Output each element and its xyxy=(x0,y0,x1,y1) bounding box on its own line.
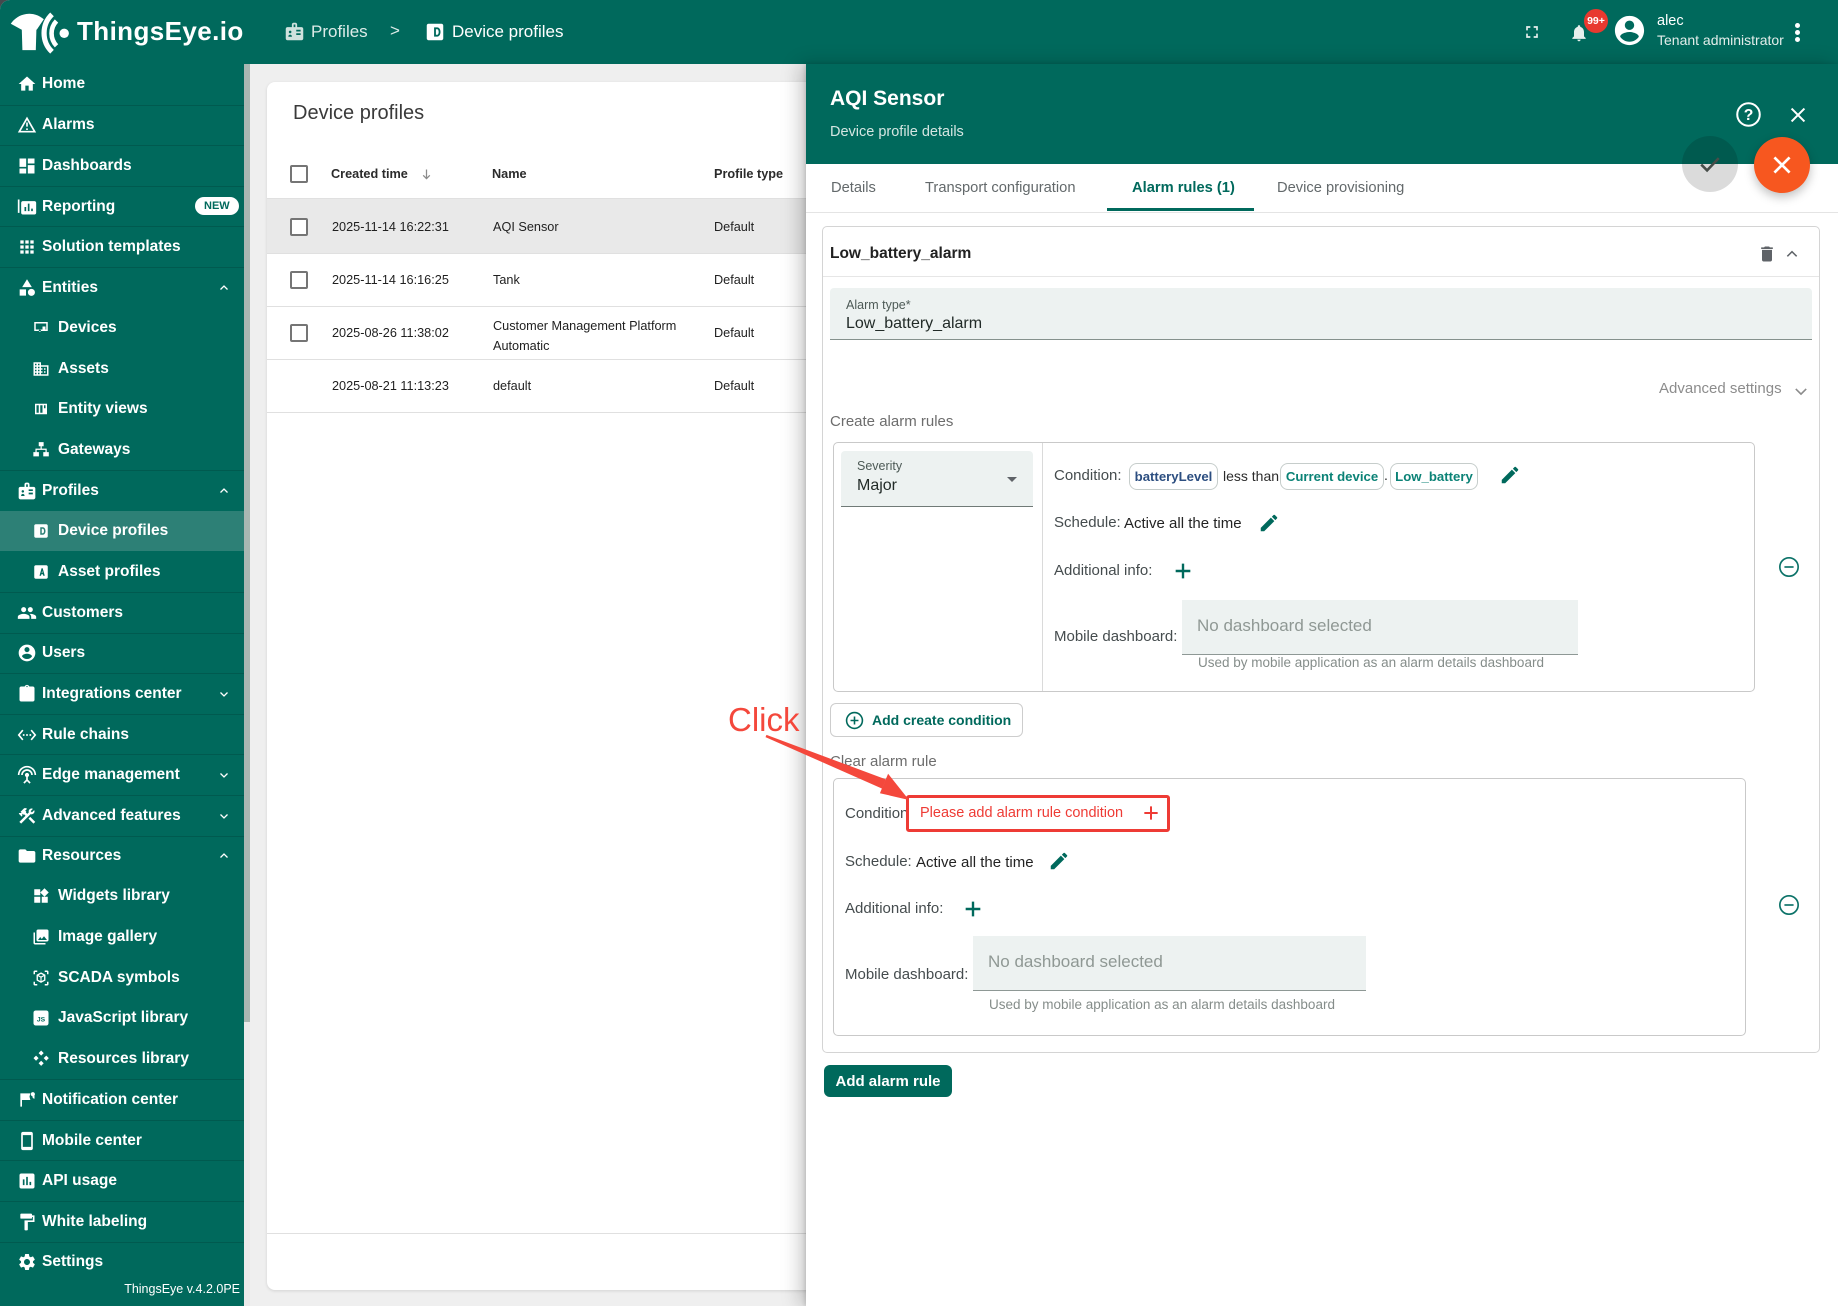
svg-text:JS: JS xyxy=(37,1017,46,1024)
svg-text:?: ? xyxy=(1744,107,1754,124)
